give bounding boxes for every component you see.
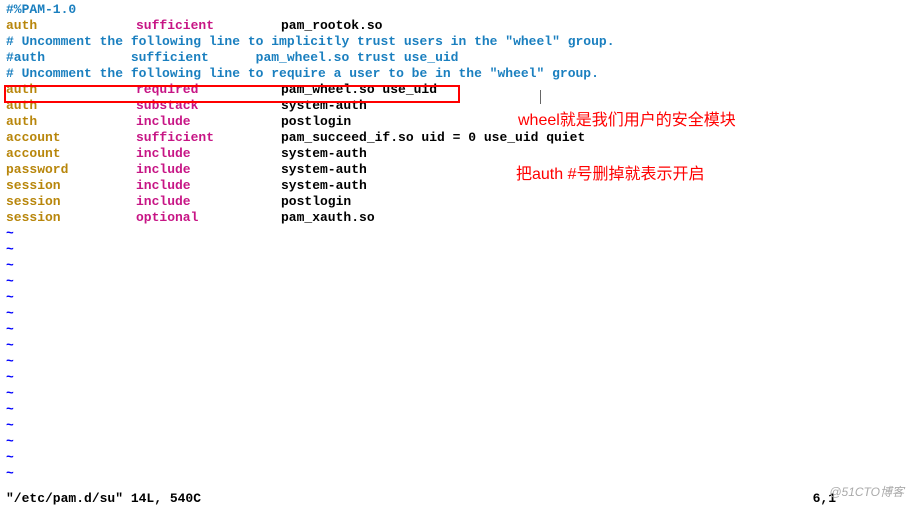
empty-line-tilde: ~ bbox=[6, 386, 906, 402]
empty-line-tilde: ~ bbox=[6, 370, 906, 386]
empty-line-tilde: ~ bbox=[6, 242, 906, 258]
code-line: #%PAM-1.0 bbox=[6, 2, 906, 18]
empty-line-tilde: ~ bbox=[6, 354, 906, 370]
code-line: # Uncomment the following line to requir… bbox=[6, 66, 906, 82]
code-line: passwordincludesystem-auth bbox=[6, 162, 906, 178]
code-line: accountincludesystem-auth bbox=[6, 146, 906, 162]
empty-line-tilde: ~ bbox=[6, 290, 906, 306]
code-line: # Uncomment the following line to implic… bbox=[6, 34, 906, 50]
code-line: authrequiredpam_wheel.so use_uid bbox=[6, 82, 906, 98]
text-cursor bbox=[540, 90, 541, 104]
empty-line-tilde: ~ bbox=[6, 274, 906, 290]
code-line: sessionincludesystem-auth bbox=[6, 178, 906, 194]
code-line: authsubstacksystem-auth bbox=[6, 98, 906, 114]
watermark: @51CTO博客 bbox=[829, 483, 904, 500]
empty-line-tilde: ~ bbox=[6, 434, 906, 450]
code-line: authsufficientpam_rootok.so bbox=[6, 18, 906, 34]
empty-line-tilde: ~ bbox=[6, 258, 906, 274]
code-line: sessionincludepostlogin bbox=[6, 194, 906, 210]
annotation-auth: 把auth #号删掉就表示开启 bbox=[516, 160, 705, 184]
empty-line-tilde: ~ bbox=[6, 226, 906, 242]
empty-line-tilde: ~ bbox=[6, 466, 906, 482]
empty-line-tilde: ~ bbox=[6, 418, 906, 434]
empty-line-tilde: ~ bbox=[6, 338, 906, 354]
empty-line-tilde: ~ bbox=[6, 306, 906, 322]
empty-line-tilde: ~ bbox=[6, 450, 906, 466]
code-line: authincludepostlogin bbox=[6, 114, 906, 130]
status-file-info: "/etc/pam.d/su" 14L, 540C bbox=[6, 491, 201, 506]
code-line: #auth sufficient pam_wheel.so trust use_… bbox=[6, 50, 906, 66]
status-bar: "/etc/pam.d/su" 14L, 540C 6,1 bbox=[6, 491, 906, 506]
empty-line-tilde: ~ bbox=[6, 322, 906, 338]
editor-content[interactable]: #%PAM-1.0authsufficientpam_rootok.so# Un… bbox=[0, 0, 912, 484]
code-line: sessionoptionalpam_xauth.so bbox=[6, 210, 906, 226]
code-line: accountsufficientpam_succeed_if.so uid =… bbox=[6, 130, 906, 146]
empty-line-tilde: ~ bbox=[6, 402, 906, 418]
annotation-wheel: wheel就是我们用户的安全模块 bbox=[518, 106, 736, 130]
